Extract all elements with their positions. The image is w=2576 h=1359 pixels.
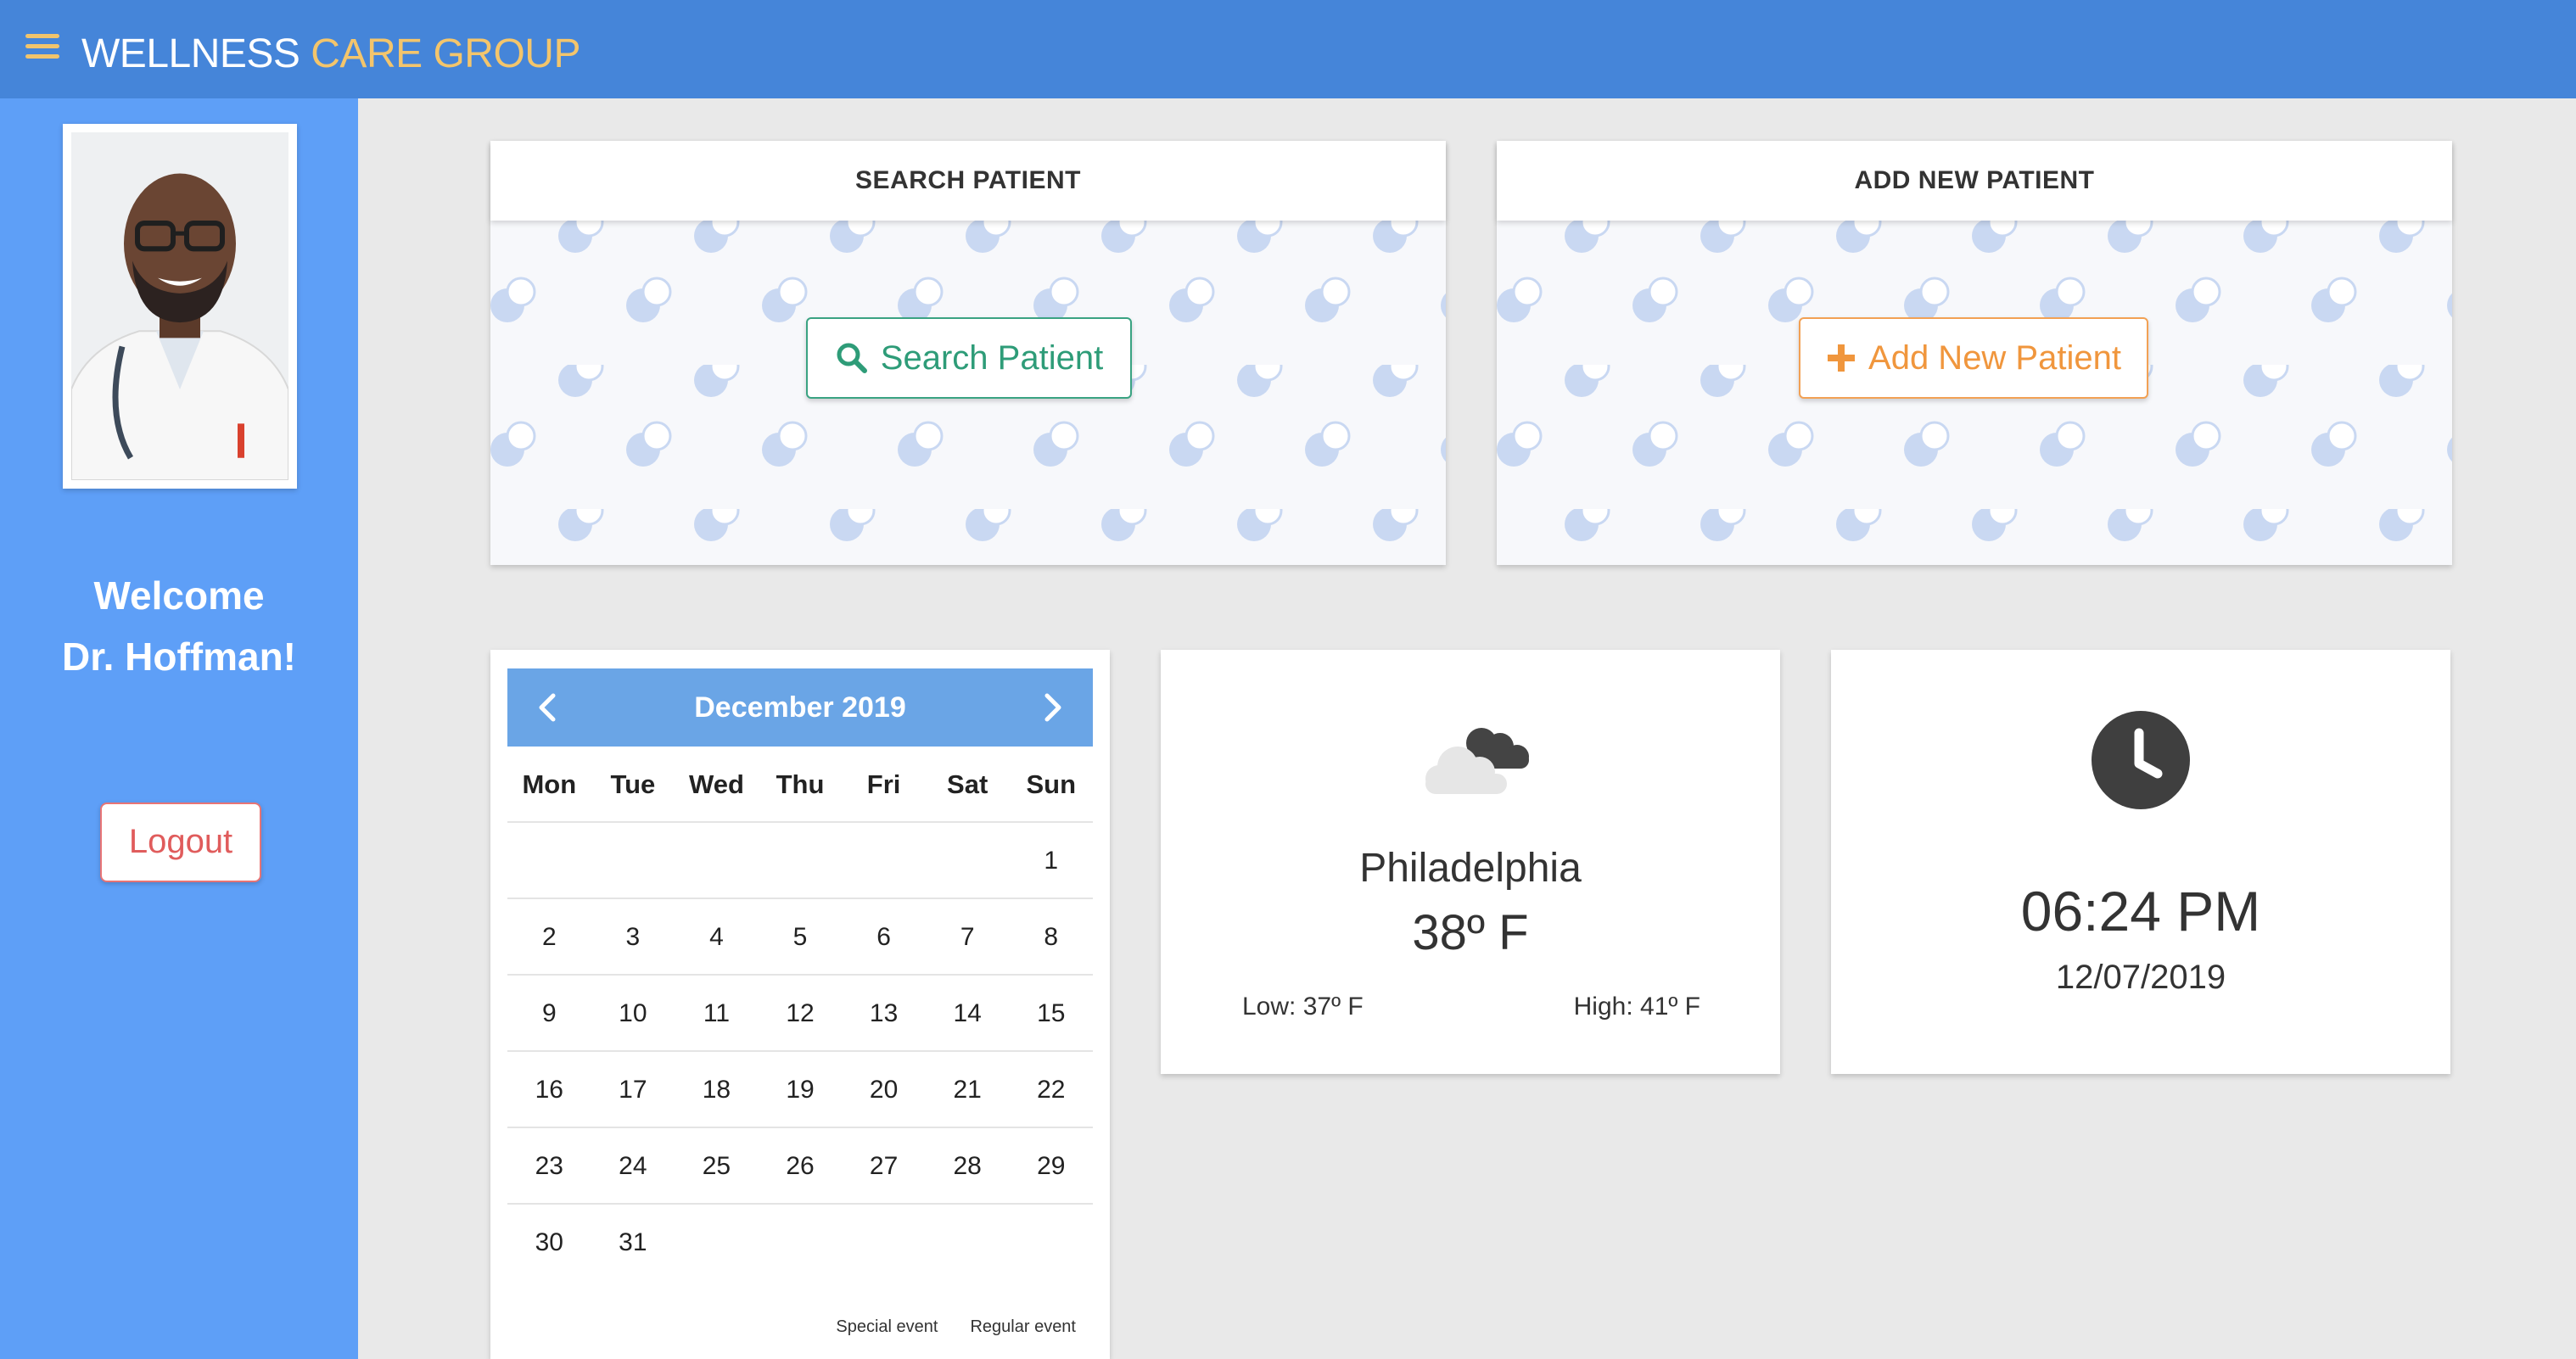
calendar-day[interactable]: 21 bbox=[926, 1052, 1010, 1127]
calendar-empty-cell bbox=[1009, 1205, 1093, 1281]
calendar-day[interactable]: 9 bbox=[507, 976, 591, 1050]
add-patient-card-body: Add New Patient bbox=[1497, 221, 2452, 565]
calendar-day[interactable]: 18 bbox=[675, 1052, 759, 1127]
calendar-day[interactable]: 26 bbox=[759, 1128, 843, 1203]
calendar-empty-cell bbox=[842, 823, 926, 898]
search-icon bbox=[837, 343, 867, 373]
calendar-grid: Mon Tue Wed Thu Fri Sat Sun 1 2 3 4 5 6 7 8 9 10 1… bbox=[507, 747, 1093, 1281]
calendar-day[interactable]: 20 bbox=[842, 1052, 926, 1127]
logout-button[interactable]: Logout bbox=[100, 803, 261, 882]
calendar-week-row: 16 17 18 19 20 21 22 bbox=[507, 1052, 1093, 1128]
weather-temperature: 38º F bbox=[1412, 905, 1529, 960]
calendar-day[interactable]: 22 bbox=[1009, 1052, 1093, 1127]
weather-card: Philadelphia 38º F Low: 37º F High: 41º … bbox=[1161, 650, 1780, 1074]
calendar-empty-cell bbox=[759, 1205, 843, 1281]
calendar-week-row: 2345678 bbox=[507, 899, 1093, 976]
calendar-day[interactable]: 17 bbox=[591, 1052, 675, 1127]
brand-title: WELLNESS CARE GROUP bbox=[81, 29, 580, 80]
welcome-message: Welcome Dr. Hoffman! bbox=[0, 565, 358, 687]
clock-icon bbox=[2092, 711, 2190, 809]
weather-city: Philadelphia bbox=[1359, 846, 1582, 891]
weekday-label: Tue bbox=[610, 769, 656, 799]
calendar-week-row: 1 bbox=[507, 823, 1093, 899]
search-patient-card-body: Search Patient bbox=[490, 221, 1446, 565]
calendar-empty-cell bbox=[759, 823, 843, 898]
legend-regular-event: Regular event bbox=[970, 1317, 1076, 1336]
weather-high: High: 41º F bbox=[1573, 993, 1700, 1021]
search-patient-button-label: Search Patient bbox=[880, 338, 1104, 377]
calendar-day[interactable]: 2 bbox=[507, 899, 591, 974]
calendar-empty-cell bbox=[926, 1205, 1010, 1281]
calendar-day[interactable]: 3 bbox=[591, 899, 675, 974]
calendar-week-row: 9 10 11 12 13 14 15 bbox=[507, 976, 1093, 1052]
sidebar: Welcome Dr. Hoffman! Logout bbox=[0, 98, 358, 1359]
calendar-empty-cell bbox=[675, 823, 759, 898]
calendar-empty-cell bbox=[675, 1205, 759, 1281]
calendar-weekday-row: Mon Tue Wed Thu Fri Sat Sun bbox=[507, 747, 1093, 823]
calendar-day[interactable]: 25 bbox=[675, 1128, 759, 1203]
calendar-day[interactable]: 14 bbox=[926, 976, 1010, 1050]
brand-title-part2: CARE GROUP bbox=[311, 31, 580, 76]
add-patient-card: ADD NEW PATIENT Add New Patient bbox=[1497, 141, 2452, 565]
current-time: 06:24 PM bbox=[2020, 880, 2261, 942]
calendar-week-row: 30 31 bbox=[507, 1205, 1093, 1281]
weekday-label: Mon bbox=[522, 769, 577, 799]
add-new-patient-button[interactable]: Add New Patient bbox=[1799, 317, 2148, 399]
calendar-day[interactable]: 10 bbox=[591, 976, 675, 1050]
calendar-day[interactable]: 31 bbox=[591, 1205, 675, 1281]
weekday-label: Sun bbox=[1026, 769, 1077, 799]
weather-low: Low: 37º F bbox=[1242, 993, 1364, 1021]
weekday-label: Thu bbox=[776, 769, 825, 799]
weekday-label: Sat bbox=[947, 769, 988, 799]
legend-special-event: Special event bbox=[836, 1317, 938, 1336]
calendar-day[interactable]: 1 bbox=[1009, 823, 1093, 898]
calendar-day[interactable]: 11 bbox=[675, 976, 759, 1050]
calendar-day[interactable]: 4 bbox=[675, 899, 759, 974]
calendar-day[interactable]: 6 bbox=[842, 899, 926, 974]
plus-icon bbox=[1828, 344, 1856, 372]
search-patient-button[interactable]: Search Patient bbox=[806, 317, 1132, 399]
top-bar: WELLNESS CARE GROUP bbox=[0, 0, 2576, 98]
doctor-name: Dr. Hoffman! bbox=[62, 635, 296, 679]
search-patient-card-title: SEARCH PATIENT bbox=[490, 141, 1446, 221]
welcome-line: Welcome bbox=[93, 573, 265, 618]
calendar-empty-cell bbox=[842, 1205, 926, 1281]
doctor-photo-frame bbox=[63, 124, 297, 489]
calendar-month-title: December 2019 bbox=[694, 691, 906, 724]
calendar-day[interactable]: 23 bbox=[507, 1128, 591, 1203]
doctor-avatar bbox=[70, 132, 289, 482]
current-date: 12/07/2019 bbox=[2055, 959, 2226, 996]
calendar-day[interactable]: 15 bbox=[1009, 976, 1093, 1050]
calendar-week-row: 23 24 25 26 27 28 29 bbox=[507, 1128, 1093, 1205]
calendar-day[interactable]: 7 bbox=[926, 899, 1010, 974]
add-new-patient-button-label: Add New Patient bbox=[1868, 338, 2121, 377]
calendar-day[interactable]: 13 bbox=[842, 976, 926, 1050]
weekday-label: Fri bbox=[866, 769, 901, 799]
calendar-day[interactable]: 30 bbox=[507, 1205, 591, 1281]
calendar-header: December 2019 bbox=[507, 668, 1093, 747]
search-patient-card: SEARCH PATIENT Search Patient bbox=[490, 141, 1446, 565]
calendar-day[interactable]: 29 bbox=[1009, 1128, 1093, 1203]
calendar-legend: Special event Regular event bbox=[836, 1317, 1076, 1337]
calendar-card: December 2019 Mon Tue Wed Thu Fri Sat Su… bbox=[490, 650, 1110, 1359]
brand-title-part1: WELLNESS bbox=[81, 31, 300, 76]
weekday-label: Wed bbox=[689, 769, 744, 799]
calendar-day[interactable]: 19 bbox=[759, 1052, 843, 1127]
add-patient-card-title: ADD NEW PATIENT bbox=[1497, 141, 2452, 221]
calendar-empty-cell bbox=[507, 823, 591, 898]
partly-cloudy-icon bbox=[1425, 728, 1529, 794]
calendar-day[interactable]: 28 bbox=[926, 1128, 1010, 1203]
calendar-day[interactable]: 27 bbox=[842, 1128, 926, 1203]
calendar-day[interactable]: 16 bbox=[507, 1052, 591, 1127]
calendar-day[interactable]: 24 bbox=[591, 1128, 675, 1203]
hamburger-menu-icon[interactable] bbox=[25, 34, 59, 59]
calendar-day[interactable]: 12 bbox=[759, 976, 843, 1050]
chevron-right-icon[interactable] bbox=[1033, 689, 1071, 726]
calendar-day[interactable]: 5 bbox=[759, 899, 843, 974]
calendar-empty-cell bbox=[591, 823, 675, 898]
clock-card: 06:24 PM 12/07/2019 bbox=[1831, 650, 2450, 1074]
calendar-day[interactable]: 8 bbox=[1009, 899, 1093, 974]
calendar-empty-cell bbox=[926, 823, 1010, 898]
